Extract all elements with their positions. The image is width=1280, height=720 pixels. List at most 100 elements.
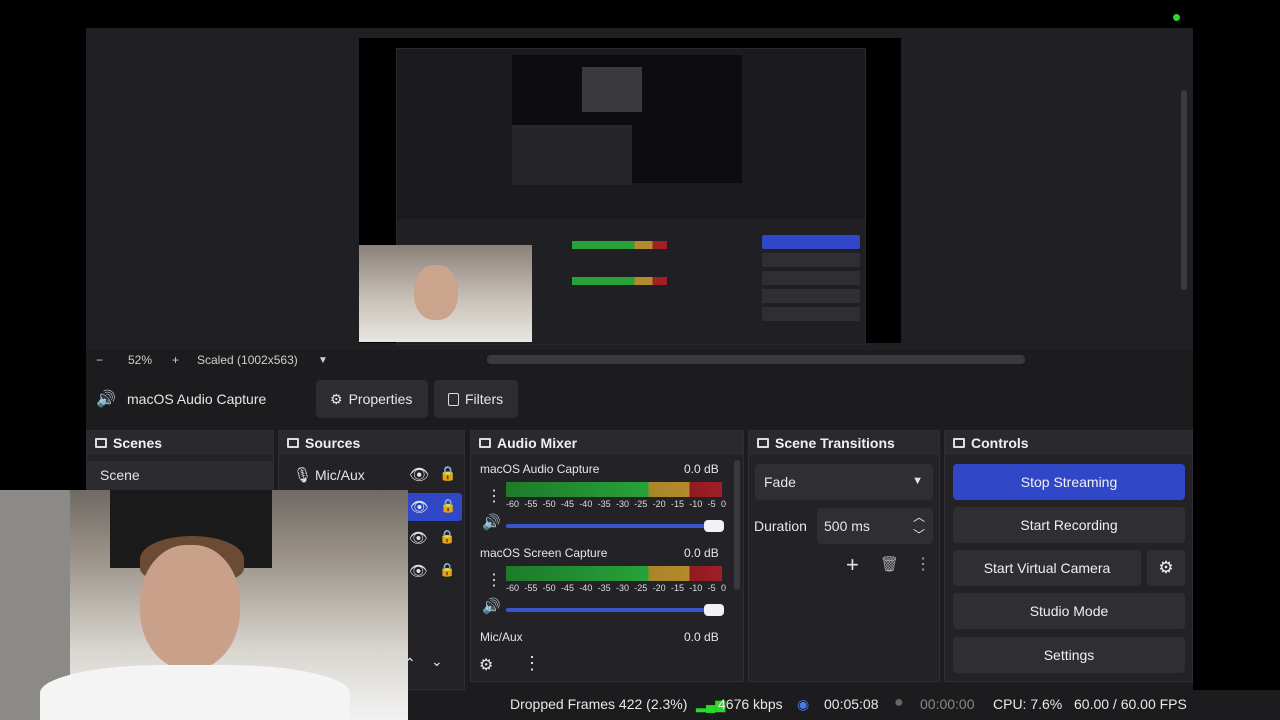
stream-time: 00:05:08 <box>824 696 879 712</box>
slider-knob[interactable] <box>704 604 724 616</box>
selected-source-name: macOS Audio Capture <box>127 391 267 407</box>
dock-icon <box>479 438 491 448</box>
preview-horizontal-scrollbar[interactable] <box>487 355 1025 364</box>
volume-slider[interactable] <box>506 520 724 532</box>
meter-scale: -60 -55 -50 -45 -40 -35 -30 -25 -20 -15 -10 -5 0 <box>506 583 726 593</box>
nested-meter-2 <box>572 277 667 285</box>
tick-label: -25 <box>634 583 648 593</box>
nested-settings <box>762 307 860 321</box>
tick-label: 0 <box>720 583 726 593</box>
source-item-label: Mic/Aux <box>315 467 365 483</box>
volume-meter <box>506 566 722 581</box>
cpu-usage: CPU: 7.6% <box>993 696 1063 712</box>
stop-streaming-button[interactable]: Stop Streaming <box>953 464 1185 500</box>
filters-button[interactable]: Filters <box>434 380 518 418</box>
more-options-icon[interactable]: ⋮ <box>486 570 502 590</box>
meter-scale: -60 -55 -50 -45 -40 -35 -30 -25 -20 -15 -10 -5 0 <box>506 499 726 509</box>
nested-deep-preview <box>582 67 642 112</box>
more-options-icon[interactable]: ⋮ <box>523 653 541 674</box>
source-item-mic[interactable]: 🎙 Mic/Aux 👁 🔒 <box>279 461 464 491</box>
lock-icon[interactable]: 🔒 <box>439 465 456 482</box>
lock-icon[interactable]: 🔒 <box>439 529 455 545</box>
tick-label: -30 <box>615 583 629 593</box>
eye-icon[interactable]: 👁 <box>410 498 429 516</box>
channel-db: 0.0 dB <box>684 546 719 560</box>
chevron-down-icon[interactable]: ⌄ <box>431 653 443 670</box>
scene-item[interactable]: Scene <box>87 461 273 491</box>
add-icon[interactable]: + <box>846 552 859 578</box>
scene-transitions-dock-header: Scene Transitions <box>749 431 939 455</box>
scale-mode[interactable]: Scaled (1002x563) <box>197 353 298 367</box>
speaker-icon[interactable]: 🔊 <box>482 597 501 615</box>
virtual-camera-settings-button[interactable]: ⚙ <box>1147 550 1185 586</box>
nested-meter-1 <box>572 241 667 249</box>
speaker-icon[interactable]: 🔊 <box>482 513 501 531</box>
face <box>414 265 458 320</box>
channel-name: Mic/Aux <box>480 630 523 644</box>
tick-label: -55 <box>524 583 538 593</box>
sources-title: Sources <box>305 435 361 451</box>
fps: 60.00 / 60.00 FPS <box>1074 696 1187 712</box>
source-toolbar: 🔊 macOS Audio Capture ⚙ Properties Filter… <box>86 374 1193 424</box>
eye-icon[interactable]: 👁 <box>409 465 429 485</box>
more-options-icon[interactable]: ⋮ <box>486 486 502 506</box>
tick-label: -25 <box>634 499 648 509</box>
tick-label: -35 <box>597 499 611 509</box>
start-virtual-camera-button[interactable]: Start Virtual Camera <box>953 550 1141 586</box>
speaker-icon: 🔊 <box>96 391 116 408</box>
mixer-footer: ⚙ ⋮ <box>471 650 743 680</box>
gear-icon[interactable]: ⚙ <box>479 655 493 675</box>
tick-label: -10 <box>689 499 703 509</box>
nested-start-recording <box>762 253 860 267</box>
gear-icon: ⚙ <box>1158 558 1174 577</box>
webcam-overlay <box>0 490 408 720</box>
preview-vertical-scrollbar[interactable] <box>1176 28 1193 350</box>
zoom-out-button[interactable]: − <box>96 353 103 367</box>
volume-slider[interactable] <box>506 604 724 616</box>
record-icon: ● <box>894 694 904 711</box>
settings-button[interactable]: Settings <box>953 637 1185 673</box>
more-options-icon[interactable]: ⋮ <box>915 554 931 574</box>
tick-label: -15 <box>670 499 684 509</box>
tick-label: -5 <box>707 499 716 509</box>
controls-title: Controls <box>971 435 1029 451</box>
eye-icon[interactable]: 👁 <box>409 562 428 580</box>
properties-button[interactable]: ⚙ Properties <box>316 380 428 418</box>
trash-icon[interactable]: 🗑 <box>880 555 899 573</box>
bitrate: 4676 kbps <box>718 696 783 712</box>
scenes-dock-header: Scenes <box>87 431 273 455</box>
eye-icon[interactable]: 👁 <box>409 529 428 547</box>
scrollbar-thumb[interactable] <box>1181 90 1187 290</box>
tick-label: -20 <box>652 499 666 509</box>
lock-icon[interactable]: 🔒 <box>440 498 456 514</box>
studio-mode-button[interactable]: Studio Mode <box>953 593 1185 629</box>
start-recording-button[interactable]: Start Recording <box>953 507 1185 543</box>
transition-select[interactable]: Fade ▼ <box>755 464 933 500</box>
tick-label: -5 <box>707 583 716 593</box>
chevron-down-icon[interactable]: ﹀ <box>913 526 925 543</box>
scenes-title: Scenes <box>113 435 163 451</box>
controls-dock-header: Controls <box>945 431 1192 455</box>
tick-label: -10 <box>689 583 703 593</box>
slider-knob[interactable] <box>704 520 724 532</box>
chevron-up-icon[interactable]: ︿ <box>913 508 925 525</box>
chevron-down-icon[interactable]: ▼ <box>318 355 328 366</box>
duration-label: Duration <box>754 518 807 534</box>
duration-value: 500 ms <box>824 518 870 534</box>
source-item-selected[interactable]: 👁 🔒 <box>406 493 462 521</box>
lock-icon[interactable]: 🔒 <box>439 562 455 578</box>
filters-label: Filters <box>465 391 504 407</box>
duration-spinbox[interactable]: 500 ms ︿ ﹀ <box>817 508 933 544</box>
dropped-frames: Dropped Frames 422 (2.3%) <box>510 696 688 712</box>
nested-virtual-camera <box>762 271 860 285</box>
nested-studio-mode <box>762 289 860 303</box>
mixer-scrollbar[interactable] <box>734 460 740 590</box>
nested-inner-preview <box>512 55 742 185</box>
scene-item-label: Scene <box>100 467 140 483</box>
audio-mixer-dock-header: Audio Mixer <box>471 431 743 455</box>
tick-label: -20 <box>652 583 666 593</box>
zoom-in-button[interactable]: + <box>172 353 179 367</box>
tick-label: -60 <box>506 583 520 593</box>
live-indicator-icon <box>1173 14 1180 21</box>
webcam-in-canvas <box>359 245 532 342</box>
